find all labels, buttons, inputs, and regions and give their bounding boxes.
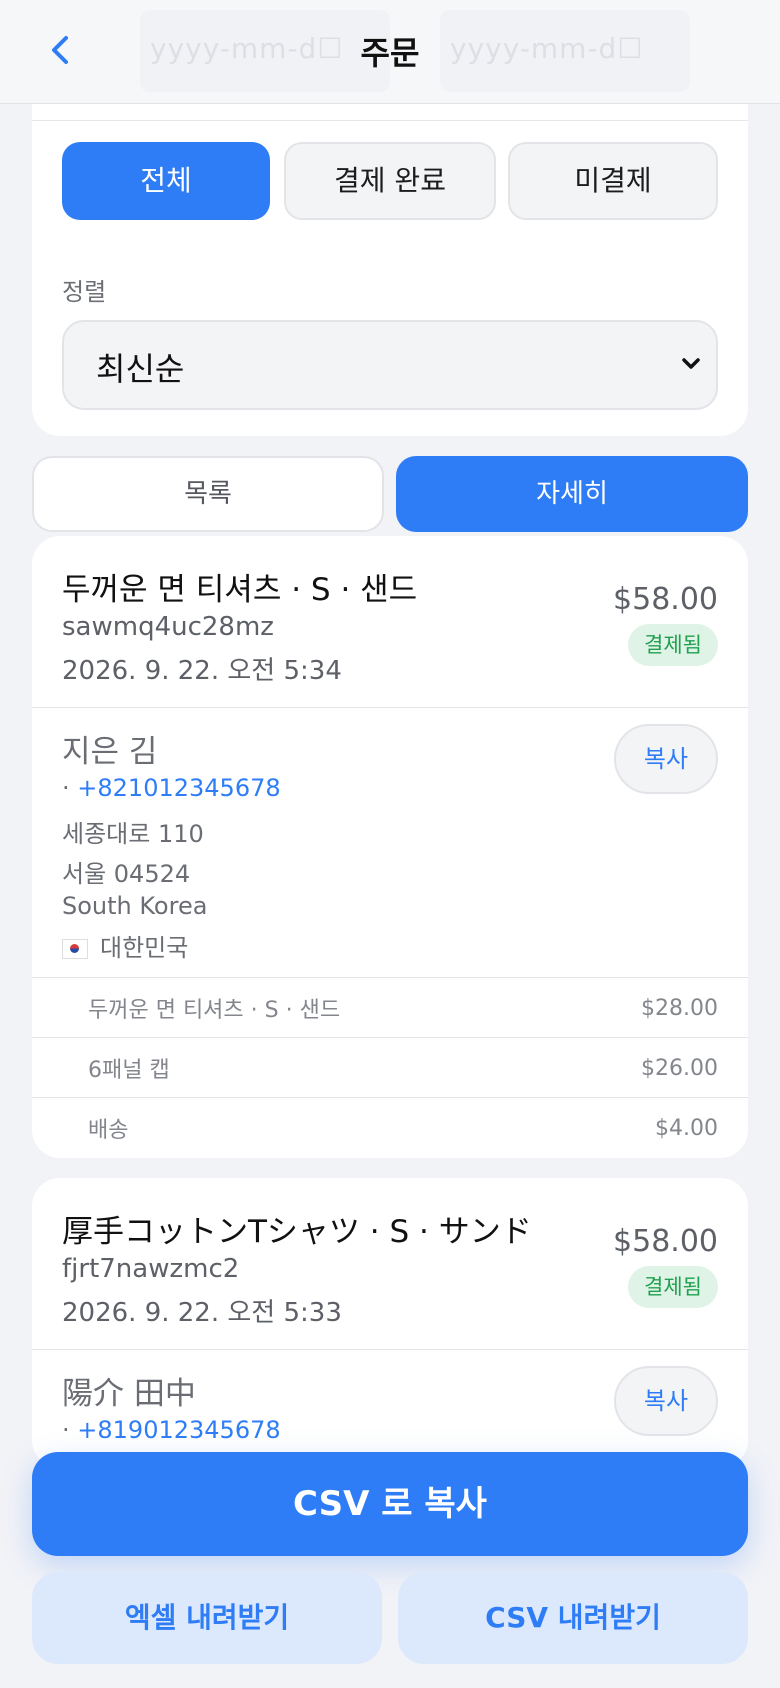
korea-flag-icon <box>62 939 88 959</box>
order-title: 厚手コットンTシャツ · S · サンド <box>62 1214 532 1250</box>
line-item-name: 6패널 캡 <box>88 1058 170 1083</box>
excel-download-button[interactable]: 엑셀 내려받기 <box>32 1572 382 1664</box>
segment-unpaid[interactable]: 미결제 <box>508 142 718 220</box>
phone-separator: · <box>62 1416 70 1444</box>
status-badge: 결제됨 <box>628 624 718 666</box>
divider <box>32 120 748 121</box>
order-title: 두꺼운 면 티셔츠 · S · 샌드 <box>62 572 418 608</box>
sort-select-value: 최신순 <box>96 350 185 388</box>
page-title: 주문 <box>360 34 420 72</box>
top-nav-bar: yyyy-mm-d☐ yyyy-mm-d☐ 주문 <box>0 0 780 104</box>
customer-phone: · +821012345678 <box>62 774 281 802</box>
line-item-price: $4.00 <box>655 1116 718 1141</box>
customer-name: 陽介 田中 <box>62 1376 196 1412</box>
divider <box>32 707 748 708</box>
phone-link[interactable]: +819012345678 <box>77 1416 280 1444</box>
address-line-2: 서울 04524 <box>62 860 191 888</box>
customer-name: 지은 김 <box>62 734 158 770</box>
csv-copy-button[interactable]: CSV 로 복사 <box>32 1452 748 1556</box>
line-item: 두꺼운 면 티셔츠 · S · 샌드 $28.00 <box>32 977 748 1038</box>
customer-phone: · +819012345678 <box>62 1416 281 1444</box>
sort-select[interactable]: 최신순 <box>62 320 718 410</box>
copy-button[interactable]: 복사 <box>614 1366 718 1436</box>
copy-button[interactable]: 복사 <box>614 724 718 794</box>
address-line-1: 세종대로 110 <box>62 820 204 848</box>
filter-panel: 전체 결제 완료 미결제 정렬 최신순 <box>32 96 748 436</box>
order-date: 2026. 9. 22. 오전 5:34 <box>62 656 342 686</box>
order-card[interactable]: 厚手コットンTシャツ · S · サンド fjrt7nawzmc2 2026. … <box>32 1178 748 1468</box>
line-item-price: $26.00 <box>641 1056 718 1081</box>
order-total: $58.00 <box>613 1224 718 1259</box>
status-badge: 결제됨 <box>628 1266 718 1308</box>
divider <box>32 1349 748 1350</box>
line-item: 배송 $4.00 <box>32 1097 748 1158</box>
view-toggle-detail[interactable]: 자세히 <box>396 456 748 532</box>
address-country-local: 대한민국 <box>62 928 188 963</box>
line-item-name: 배송 <box>88 1118 129 1143</box>
chevron-down-icon <box>676 344 706 384</box>
view-toggle-list[interactable]: 목록 <box>32 456 384 532</box>
phone-separator: · <box>62 774 70 802</box>
order-id: fjrt7nawzmc2 <box>62 1254 240 1284</box>
order-id: sawmq4uc28mz <box>62 612 274 642</box>
line-item-name: 두꺼운 면 티셔츠 · S · 샌드 <box>88 998 341 1023</box>
csv-download-button[interactable]: CSV 내려받기 <box>398 1572 748 1664</box>
address-country-en: South Korea <box>62 892 208 920</box>
line-item-price: $28.00 <box>641 996 718 1021</box>
order-date: 2026. 9. 22. 오전 5:33 <box>62 1298 342 1328</box>
order-card[interactable]: 두꺼운 면 티셔츠 · S · 샌드 sawmq4uc28mz 2026. 9.… <box>32 536 748 1158</box>
segment-all[interactable]: 전체 <box>62 142 270 220</box>
order-total: $58.00 <box>613 582 718 617</box>
line-item: 6패널 캡 $26.00 <box>32 1037 748 1098</box>
sort-label: 정렬 <box>62 278 107 306</box>
segment-paid[interactable]: 결제 완료 <box>284 142 496 220</box>
phone-link[interactable]: +821012345678 <box>77 774 280 802</box>
country-local-label: 대한민국 <box>100 934 189 962</box>
